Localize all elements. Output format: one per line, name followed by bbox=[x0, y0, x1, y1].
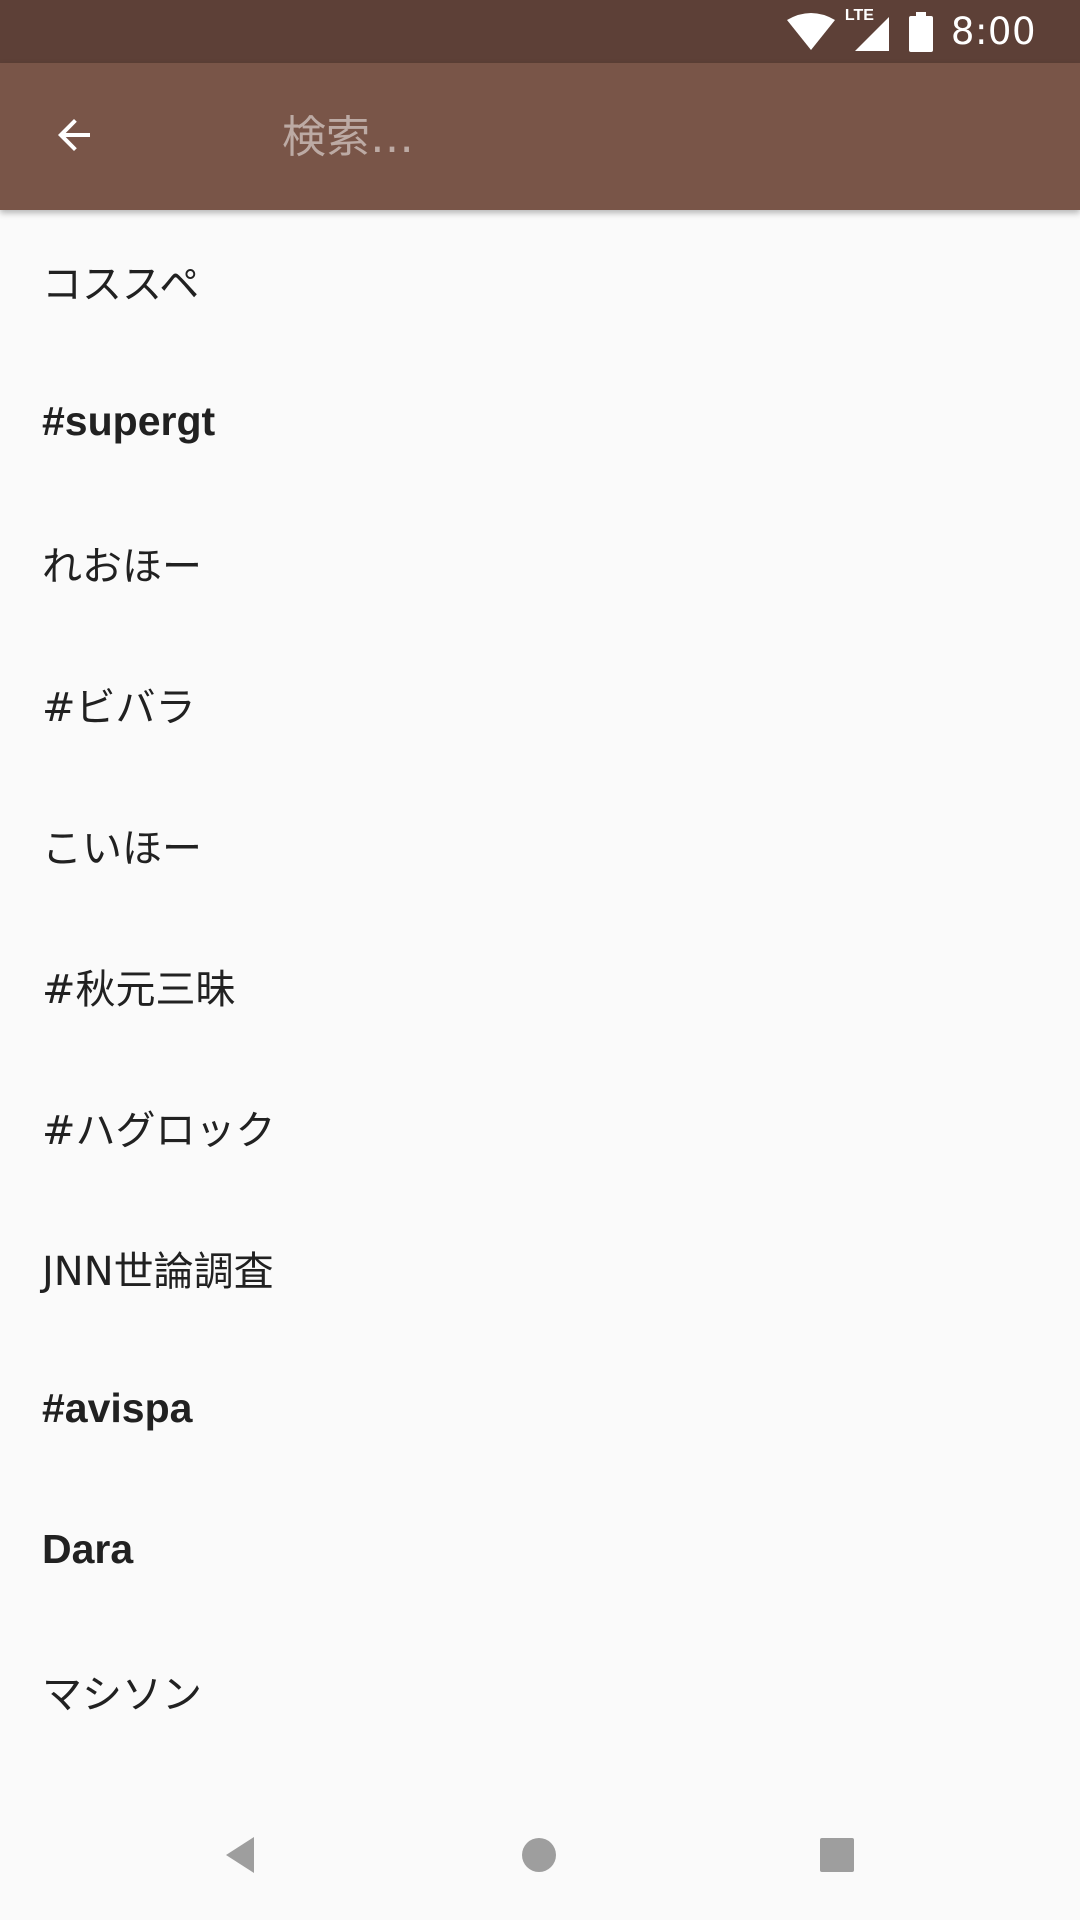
nav-home-button[interactable] bbox=[503, 1821, 575, 1893]
status-time: 8:00 bbox=[950, 10, 1036, 53]
suggestion-item[interactable]: JNN世論調査 bbox=[0, 1197, 1080, 1338]
suggestion-item[interactable]: マシソン bbox=[0, 1620, 1080, 1761]
suggestion-item[interactable]: #supergt bbox=[0, 351, 1080, 492]
back-triangle-icon bbox=[222, 1835, 262, 1880]
suggestion-item[interactable]: #ビバラ bbox=[0, 633, 1080, 774]
suggestion-item[interactable]: れおほー bbox=[0, 492, 1080, 633]
navigation-bar bbox=[0, 1794, 1080, 1920]
arrow-left-icon bbox=[50, 111, 98, 164]
suggestion-item[interactable]: コススペ bbox=[0, 210, 1080, 351]
wifi-icon bbox=[786, 12, 835, 52]
back-button[interactable] bbox=[29, 92, 119, 182]
suggestion-item[interactable]: #ハグロック bbox=[0, 1056, 1080, 1197]
suggestion-list: コススペ #supergt れおほー #ビバラ こいほー #秋元三昧 #ハグロック JNN世論… bbox=[0, 210, 1080, 1761]
home-circle-icon bbox=[519, 1835, 559, 1880]
lte-signal-icon: LTE bbox=[844, 6, 895, 55]
network-type-label: LTE bbox=[844, 6, 874, 24]
suggestion-item[interactable]: こいほー bbox=[0, 774, 1080, 915]
search-input[interactable] bbox=[282, 103, 1042, 171]
status-icons: LTE 8:00 bbox=[786, 0, 1080, 63]
battery-icon bbox=[908, 11, 933, 52]
search-toolbar bbox=[0, 63, 1080, 210]
nav-recents-button[interactable] bbox=[801, 1821, 873, 1893]
status-bar: LTE 8:00 bbox=[0, 0, 1080, 63]
suggestion-item[interactable]: #秋元三昧 bbox=[0, 915, 1080, 1056]
recents-square-icon bbox=[817, 1835, 857, 1880]
suggestion-item[interactable]: #avispa bbox=[0, 1338, 1080, 1479]
suggestion-item[interactable]: Dara bbox=[0, 1479, 1080, 1620]
nav-back-button[interactable] bbox=[206, 1821, 278, 1893]
